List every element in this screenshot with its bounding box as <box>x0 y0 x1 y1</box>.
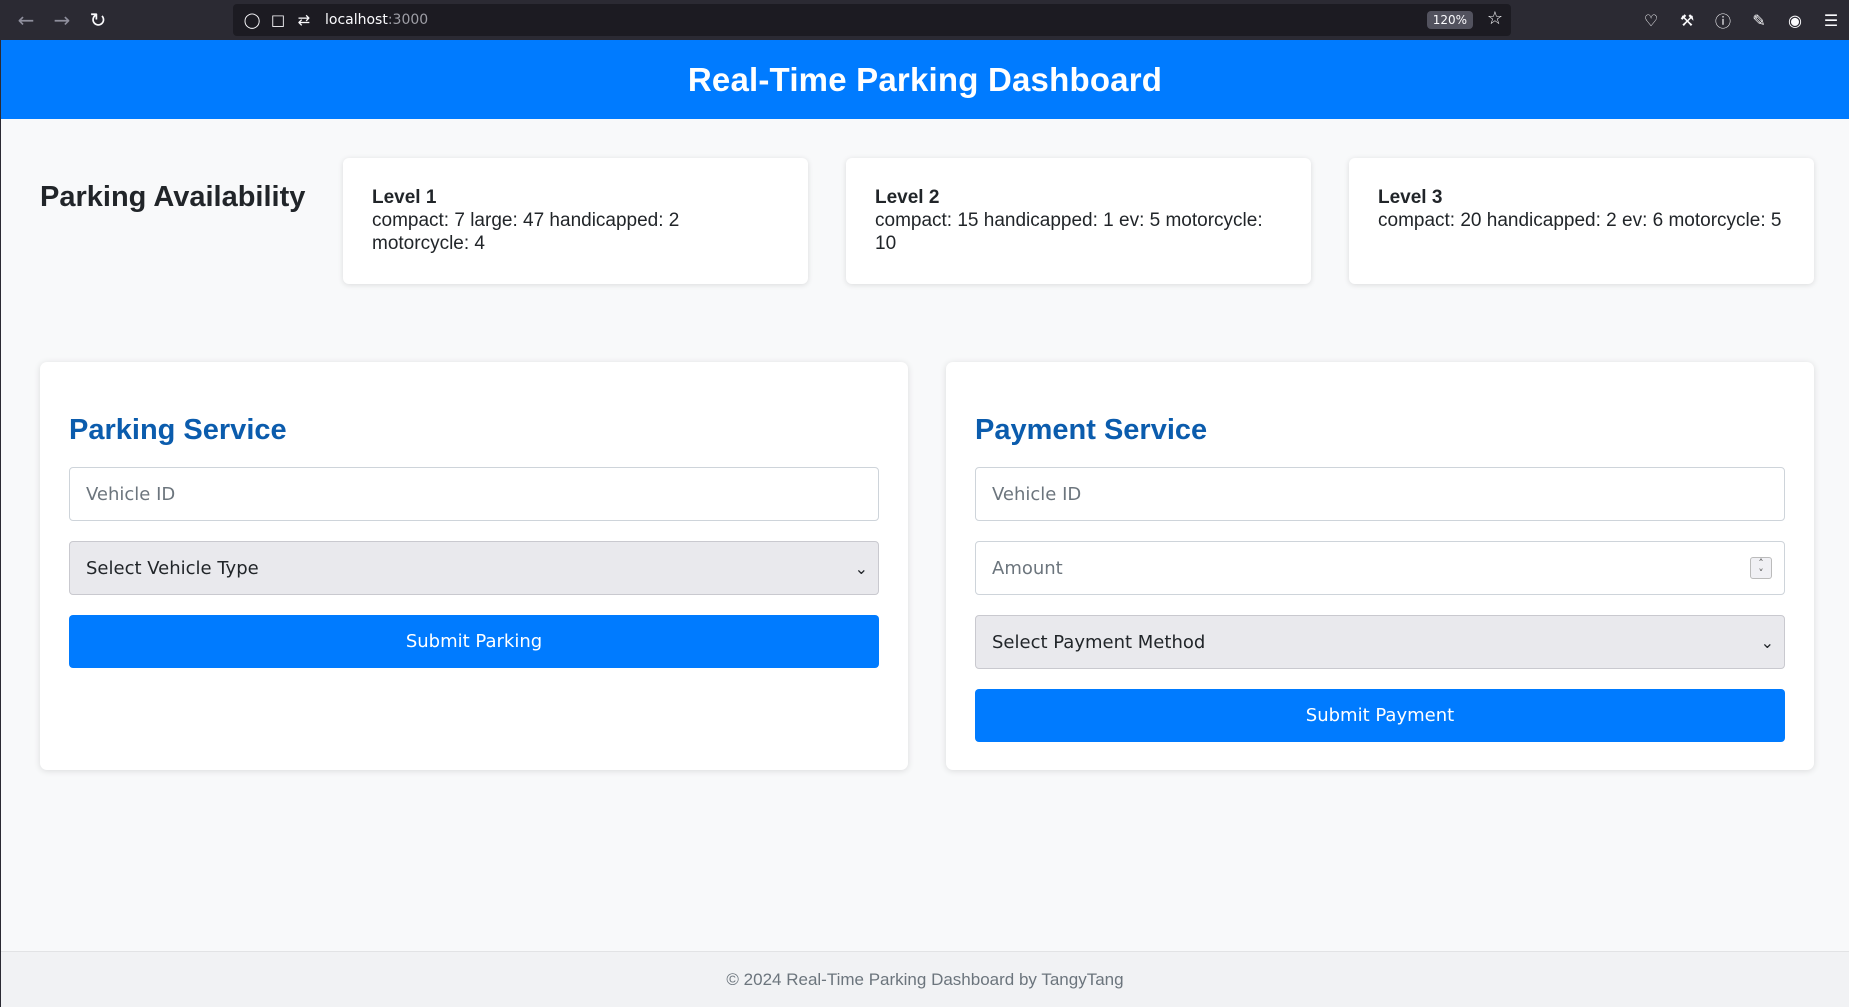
account-icon[interactable]: ◉ <box>1777 11 1813 30</box>
level-name: Level 1 <box>372 187 437 208</box>
submit-parking-button[interactable]: Submit Parking <box>69 615 879 668</box>
connection-icon[interactable]: ⇄ <box>291 11 317 29</box>
forward-icon[interactable]: → <box>44 0 80 40</box>
parking-vehicle-id-input[interactable]: Vehicle ID <box>69 467 879 521</box>
vehicle-type-select[interactable]: Select Vehicle Type ⌄ <box>69 541 879 595</box>
address-bar[interactable]: ◯ □ ⇄ localhost:3000 120% ☆ <box>233 4 1511 36</box>
payment-method-select[interactable]: Select Payment Method ⌄ <box>975 615 1785 669</box>
availability-title: Parking Availability <box>40 181 306 213</box>
app-header: Real-Time Parking Dashboard <box>1 40 1849 119</box>
payment-service-panel: Payment Service Vehicle ID Amount ˄ ˅ Sel… <box>946 362 1814 770</box>
level-card: Level 2 compact: 15 handicapped: 1 ev: 5… <box>846 158 1311 284</box>
browser-toolbar: ← → ↻ ◯ □ ⇄ localhost:3000 120% ☆ ♡ ⚒ ⓘ … <box>0 0 1849 40</box>
amount-placeholder: Amount <box>992 557 1063 579</box>
pocket-icon[interactable]: ♡ <box>1633 11 1669 30</box>
vehicle-type-selected: Select Vehicle Type <box>86 557 259 579</box>
parking-availability-section: Parking Availability Level 1 compact: 7 … <box>40 158 1814 284</box>
footer-text: © 2024 Real-Time Parking Dashboard by Ta… <box>726 969 1124 989</box>
shield-icon[interactable]: ◯ <box>239 11 265 29</box>
level-card: Level 1 compact: 7 large: 47 handicapped… <box>343 158 808 284</box>
page-icon: □ <box>270 11 286 29</box>
vehicle-id-placeholder: Vehicle ID <box>992 483 1082 505</box>
payment-method-selected: Select Payment Method <box>992 631 1206 653</box>
menu-icon[interactable]: ☰ <box>1813 11 1849 30</box>
payment-service-title: Payment Service <box>975 414 1208 446</box>
chevron-down-icon: ⌄ <box>854 558 868 578</box>
level-name: Level 3 <box>1378 187 1443 208</box>
parking-service-title: Parking Service <box>69 414 287 446</box>
vehicle-id-placeholder: Vehicle ID <box>86 483 176 505</box>
number-spinner-icon[interactable]: ˄ ˅ <box>1750 557 1772 579</box>
level-card: Level 3 compact: 20 handicapped: 2 ev: 6… <box>1349 158 1814 284</box>
payment-vehicle-id-input[interactable]: Vehicle ID <box>975 467 1785 521</box>
amount-input[interactable]: Amount ˄ ˅ <box>975 541 1785 595</box>
wrench-icon[interactable]: ⚒ <box>1669 11 1705 30</box>
info-icon[interactable]: ⓘ <box>1705 8 1741 32</box>
zoom-level[interactable]: 120% <box>1426 11 1473 29</box>
page-title: Real-Time Parking Dashboard <box>687 60 1163 98</box>
reload-icon[interactable]: ↻ <box>80 0 116 40</box>
extensions-icon[interactable]: ✎ <box>1741 11 1777 30</box>
back-icon[interactable]: ← <box>8 0 44 40</box>
footer: © 2024 Real-Time Parking Dashboard by Ta… <box>1 951 1849 1007</box>
level-availability: compact: 7 large: 47 handicapped: 2 moto… <box>372 210 680 254</box>
page-content: Real-Time Parking Dashboard Parking Avai… <box>0 40 1849 1007</box>
level-name: Level 2 <box>875 187 940 208</box>
url-text[interactable]: localhost:3000 <box>325 12 428 28</box>
chevron-down-icon: ⌄ <box>1760 632 1774 652</box>
level-availability: compact: 20 handicapped: 2 ev: 6 motorcy… <box>1378 210 1782 231</box>
bookmark-star-icon[interactable]: ☆ <box>1487 8 1503 29</box>
submit-payment-button[interactable]: Submit Payment <box>975 689 1785 742</box>
level-availability: compact: 15 handicapped: 1 ev: 5 motorcy… <box>875 210 1263 254</box>
parking-service-panel: Parking Service Vehicle ID Select Vehicl… <box>40 362 908 770</box>
